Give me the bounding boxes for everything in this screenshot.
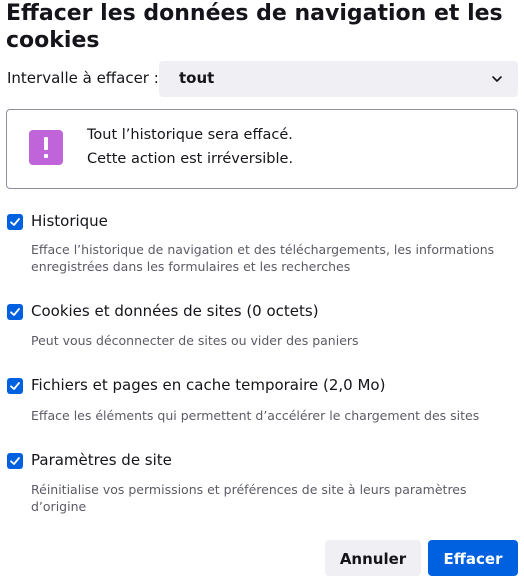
cookies-label[interactable]: Cookies et données de sites (0 octets) [31,302,319,320]
cache-label[interactable]: Fichiers et pages en cache temporaire (2… [31,376,385,394]
range-select[interactable]: tout [159,61,518,97]
history-label[interactable]: Historique [31,212,108,230]
checkmark-icon [10,308,20,316]
cache-checkbox[interactable] [7,378,23,394]
site-settings-checkbox[interactable] [7,453,23,469]
clear-button[interactable]: Effacer [428,540,518,576]
range-selected-value: tout [179,69,215,87]
warning-text-line2: Cette action est irréversible. [87,151,294,167]
history-description: Efface l’historique de navigation et des… [31,242,495,274]
cache-description: Efface les éléments qui permettent d’acc… [31,408,480,423]
range-label: Intervalle à effacer : [7,69,159,87]
chevron-down-icon [492,76,502,82]
cookies-description: Peut vous déconnecter de sites ou vider … [31,333,359,348]
cancel-button[interactable]: Annuler [325,540,421,576]
checkmark-icon [10,457,20,465]
cookies-checkbox[interactable] [7,304,23,320]
warning-text-line1: Tout l’historique sera effacé. [87,127,293,143]
checkmark-icon [10,382,20,390]
history-checkbox[interactable] [7,214,23,230]
dialog-title: Effacer les données de navigation et les… [6,1,503,53]
warning-box: Tout l’historique sera effacé. Cette act… [6,109,518,189]
warning-icon [29,130,63,165]
site-settings-label[interactable]: Paramètres de site [31,451,172,469]
site-settings-description: Réinitialise vos permissions et préféren… [31,482,467,514]
checkmark-icon [10,218,20,226]
clear-data-dialog: Effacer les données de navigation et les… [0,0,524,585]
